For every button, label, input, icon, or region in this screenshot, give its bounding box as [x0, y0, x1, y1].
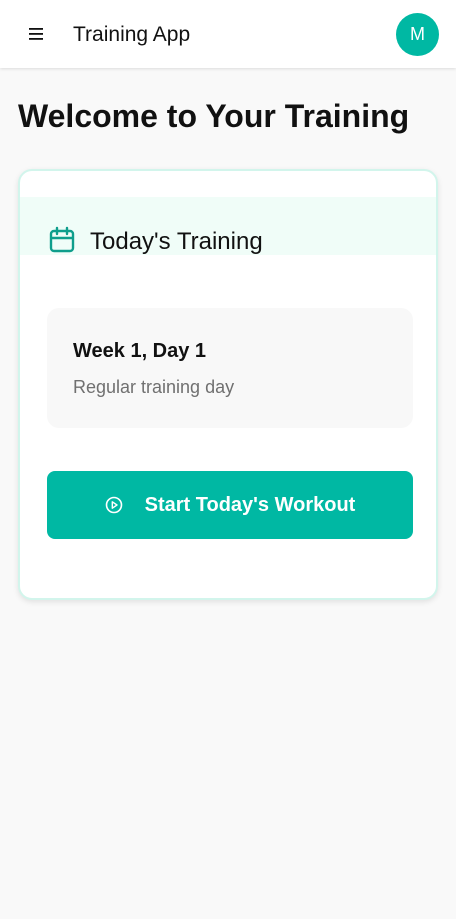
todays-training-card: Today's Training Week 1, Day 1 Regular t… [18, 169, 438, 600]
menu-button[interactable] [22, 20, 50, 48]
page-title: Welcome to Your Training [18, 98, 410, 134]
day-title: Week 1, Day 1 [73, 340, 207, 362]
card-header: Today's Training [20, 197, 436, 255]
app-title: Training App [73, 23, 191, 46]
card-title: Today's Training [90, 228, 263, 255]
app-header: Training App M [0, 0, 456, 68]
start-workout-button[interactable]: Start Today's Workout [47, 471, 413, 539]
play-circle-icon [105, 496, 123, 514]
user-avatar[interactable]: M [396, 13, 439, 56]
calendar-icon [49, 226, 75, 253]
hamburger-menu-icon [29, 28, 43, 40]
day-subtitle: Regular training day [73, 377, 235, 397]
start-workout-label: Start Today's Workout [144, 493, 356, 516]
day-info-box: Week 1, Day 1 Regular training day [47, 308, 413, 428]
